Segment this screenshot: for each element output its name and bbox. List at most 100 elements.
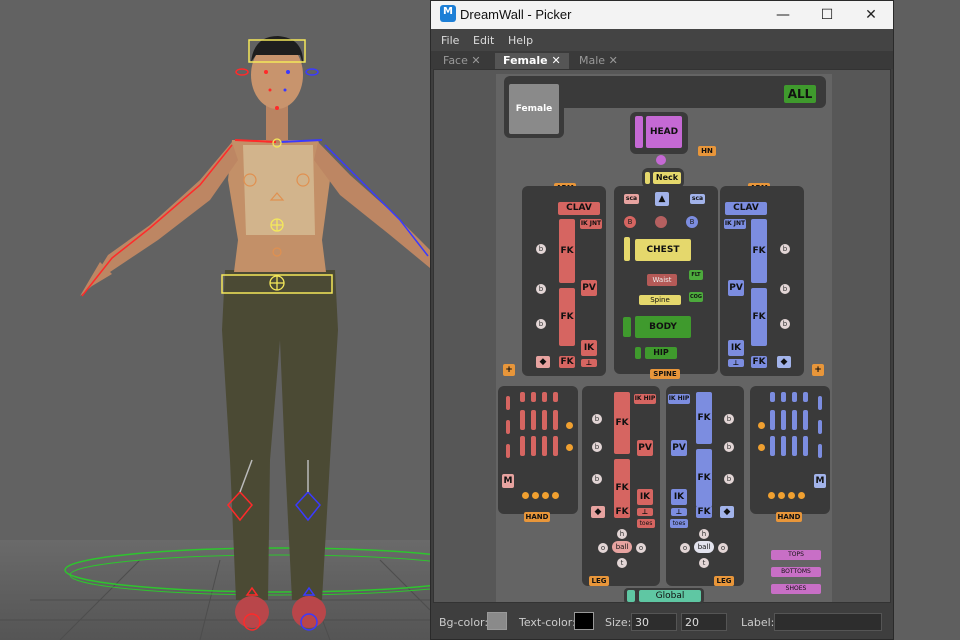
tab-face[interactable]: Face ✕ — [435, 53, 489, 69]
inner-left-control[interactable]: o — [636, 543, 646, 553]
finger-left-d3-control[interactable] — [553, 436, 558, 456]
finger-right-d2-control[interactable] — [803, 410, 808, 430]
ik-jnt-right-control[interactable]: IK JNT — [724, 219, 746, 229]
maximize-button[interactable]: ☐ — [805, 1, 849, 29]
thumb-left-2-control[interactable] — [506, 420, 510, 434]
hand-right-dot-4-control[interactable] — [798, 492, 805, 499]
ik-fk-switch-left-icon[interactable]: ◆ — [536, 356, 550, 368]
fk-hand-right-control[interactable]: FK — [751, 356, 767, 368]
hand-left-master-control[interactable]: M — [502, 474, 514, 488]
global-control[interactable]: Global — [639, 590, 701, 602]
chest-side-control[interactable] — [624, 237, 630, 261]
ik-fk-leg-switch-right-icon[interactable]: ◆ — [720, 506, 734, 518]
finger-left-d2-control[interactable] — [553, 410, 558, 430]
tab-face-close-icon[interactable]: ✕ — [471, 54, 480, 67]
thumb-left-1-control[interactable] — [506, 396, 510, 410]
finger-left-b2-control[interactable] — [531, 410, 536, 430]
fk-thigh-left-control[interactable]: FK — [614, 392, 630, 454]
ball-right-control[interactable]: ball — [694, 541, 714, 553]
body-control[interactable]: BODY — [635, 316, 691, 338]
text-color-swatch[interactable] — [574, 612, 594, 630]
tab-male-close-icon[interactable]: ✕ — [609, 54, 618, 67]
hip-control[interactable]: HIP — [645, 347, 677, 359]
neck-ball-control[interactable] — [656, 155, 666, 165]
waist-control[interactable]: Waist — [647, 274, 677, 286]
pv-leg-right-control[interactable]: PV — [671, 440, 687, 456]
ik-leg-right-control[interactable]: IK — [671, 489, 687, 505]
sca-right-control[interactable]: sca — [690, 194, 705, 204]
hn-label[interactable]: HN — [698, 146, 716, 156]
fk-upper-arm-right-control[interactable]: FK — [751, 219, 767, 283]
finger-left-dot-2-control[interactable] — [566, 444, 573, 451]
ik-fk-leg-switch-left-icon[interactable]: ◆ — [591, 506, 605, 518]
tab-female[interactable]: Female ✕ — [495, 53, 569, 69]
pv-arm-left-control[interactable]: PV — [581, 280, 597, 296]
finger-left-a1-control[interactable] — [520, 392, 525, 402]
fk-foot-right-control[interactable]: FK — [696, 506, 712, 518]
flt-control[interactable]: FLT — [689, 270, 703, 280]
leg-right-label[interactable]: LEG — [714, 576, 734, 586]
finger-left-dot-1-control[interactable] — [566, 422, 573, 429]
finger-left-c3-control[interactable] — [542, 436, 547, 456]
ik-leg-base-right-control[interactable]: ⊥ — [671, 508, 687, 516]
hand-right-dot-3-control[interactable] — [788, 492, 795, 499]
finger-right-dot-2-control[interactable] — [758, 444, 765, 451]
ik-fk-switch-right-icon[interactable]: ◆ — [777, 356, 791, 368]
spine-control[interactable]: Spine — [639, 295, 681, 305]
hand-left-dot-4-control[interactable] — [552, 492, 559, 499]
clav-right-control[interactable]: CLAV — [725, 202, 767, 215]
ik-leg-base-left-control[interactable]: ⊥ — [637, 508, 653, 516]
heel-right-control[interactable]: h — [699, 529, 709, 539]
finger-left-a3-control[interactable] — [520, 436, 525, 456]
neck-side-control[interactable] — [645, 172, 650, 184]
menu-edit[interactable]: Edit — [473, 34, 494, 47]
tops-button[interactable]: TOPS — [771, 550, 821, 560]
ball-left-control[interactable]: ball — [612, 541, 632, 553]
finger-left-d1-control[interactable] — [553, 392, 558, 402]
bend-arm-right-1-control[interactable]: b — [780, 244, 790, 254]
hip-side-control[interactable] — [635, 347, 641, 359]
head-control[interactable]: HEAD — [646, 116, 682, 148]
finger-right-a2-control[interactable] — [770, 410, 775, 430]
hand-left-dot-3-control[interactable] — [542, 492, 549, 499]
bottoms-button[interactable]: BOTTOMS — [771, 567, 821, 577]
bend-leg-right-3-control[interactable]: b — [724, 474, 734, 484]
finger-right-d1-control[interactable] — [803, 392, 808, 402]
picker-canvas[interactable]: Female ALL HEAD HN Neck ARM CLAV IK JNT … — [433, 69, 891, 604]
hand-right-label[interactable]: HAND — [776, 512, 802, 522]
hand-right-master-control[interactable]: M — [814, 474, 826, 488]
finger-right-dot-1-control[interactable] — [758, 422, 765, 429]
bend-arm-left-1-control[interactable]: b — [536, 244, 546, 254]
bend-leg-left-2-control[interactable]: b — [592, 442, 602, 452]
ik-leg-left-control[interactable]: IK — [637, 489, 653, 505]
ik-jnt-left-control[interactable]: IK JNT — [580, 219, 602, 229]
fk-foot-left-control[interactable]: FK — [614, 506, 630, 518]
fk-upper-arm-left-control[interactable]: FK — [559, 219, 575, 283]
add-left-button[interactable]: + — [503, 364, 515, 376]
fk-lower-arm-right-control[interactable]: FK — [751, 288, 767, 346]
bend-arm-left-3-control[interactable]: b — [536, 319, 546, 329]
inner-right-control[interactable]: o — [718, 543, 728, 553]
breast-left-control[interactable]: B — [624, 216, 636, 228]
global-side-control[interactable] — [627, 590, 635, 602]
breast-right-control[interactable]: B — [686, 216, 698, 228]
bend-leg-right-1-control[interactable]: b — [724, 414, 734, 424]
finger-right-a1-control[interactable] — [770, 392, 775, 402]
add-right-button[interactable]: + — [812, 364, 824, 376]
ik-base-right-control[interactable]: ⊥ — [728, 359, 744, 367]
finger-left-b3-control[interactable] — [531, 436, 536, 456]
finger-left-a2-control[interactable] — [520, 410, 525, 430]
bend-leg-left-3-control[interactable]: b — [592, 474, 602, 484]
minimize-button[interactable]: — — [761, 1, 805, 29]
ik-arm-left-control[interactable]: IK — [581, 340, 597, 356]
cog-control[interactable]: COG — [689, 292, 703, 302]
body-side-control[interactable] — [623, 317, 631, 337]
finger-left-c1-control[interactable] — [542, 392, 547, 402]
tip-left-control[interactable]: t — [617, 558, 627, 568]
fk-lower-arm-left-control[interactable]: FK — [559, 288, 575, 346]
ik-hip-right-control[interactable]: IK HIP — [668, 394, 690, 404]
sca-left-control[interactable]: sca — [624, 194, 639, 204]
character-thumbnail[interactable]: Female — [509, 84, 559, 134]
bend-arm-left-2-control[interactable]: b — [536, 284, 546, 294]
menu-help[interactable]: Help — [508, 34, 533, 47]
